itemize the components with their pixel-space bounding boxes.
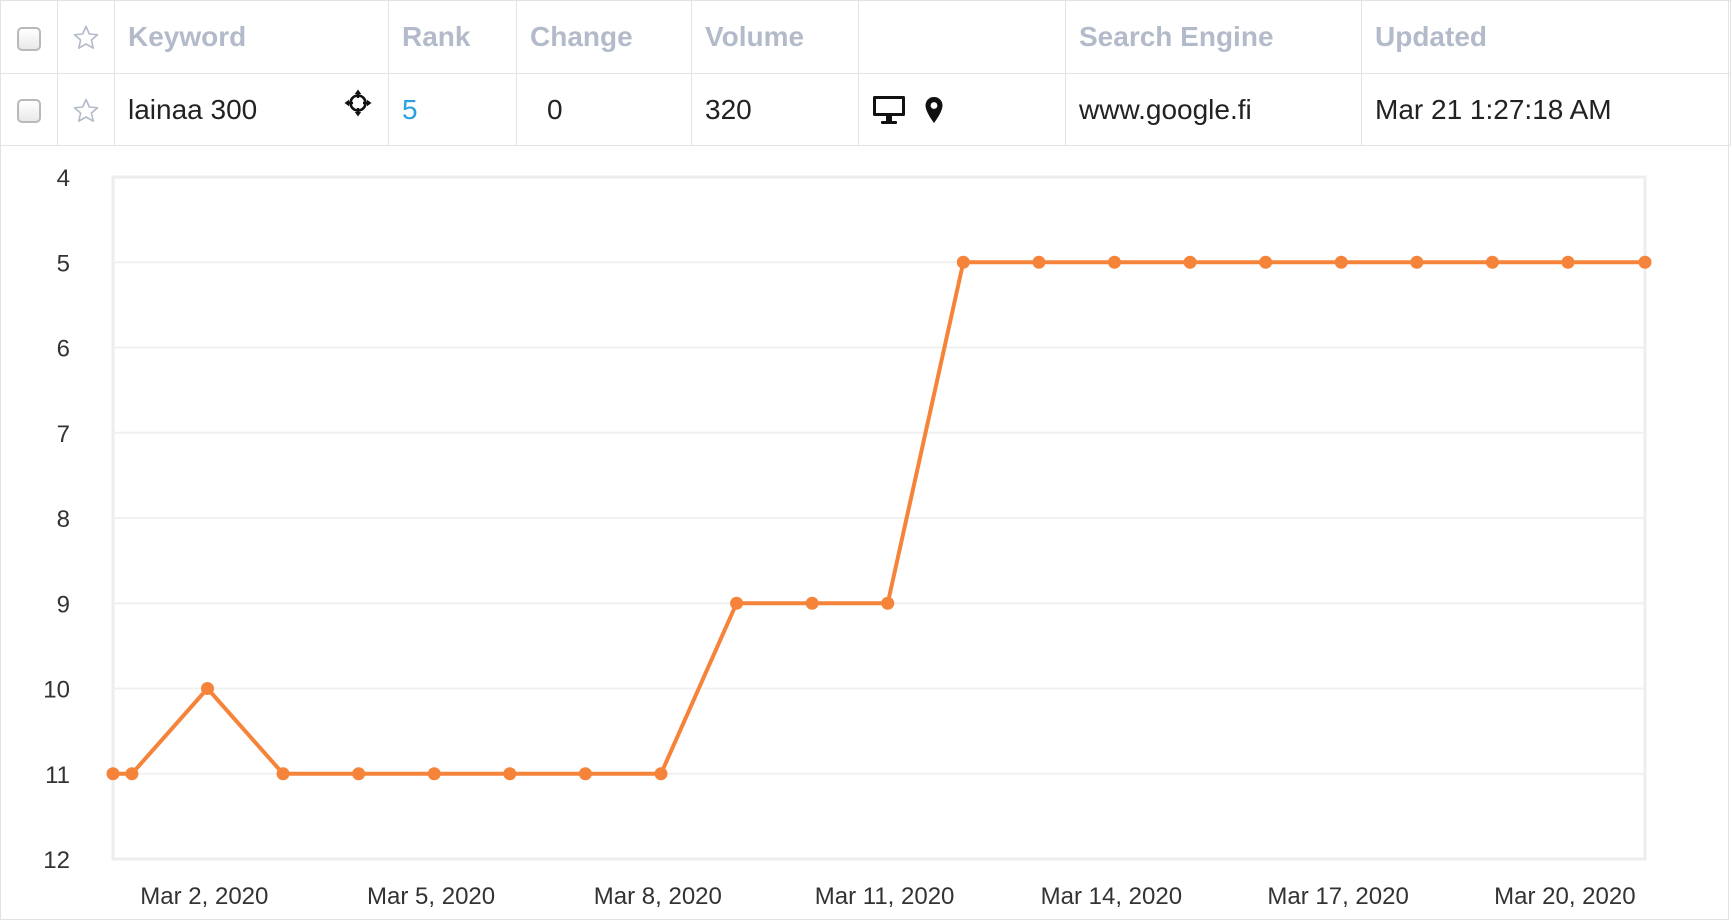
- y-tick-label: 6: [57, 336, 70, 363]
- data-point[interactable]: [1638, 255, 1652, 269]
- x-tick-label: Mar 17, 2020: [1267, 883, 1408, 910]
- target-icon[interactable]: [343, 88, 373, 118]
- y-tick-label: 11: [45, 762, 70, 789]
- device-column-header: [858, 0, 1066, 74]
- x-tick-label: Mar 2, 2020: [140, 883, 268, 910]
- select-all-cell: [0, 0, 58, 74]
- row-favorite-cell: [57, 73, 115, 146]
- data-point[interactable]: [1259, 255, 1273, 269]
- rank-history-chart: 4 5 6 7 8 9 10 11 12 Mar 2, 2020 Mar 5, 2020 Mar 8…: [0, 146, 1732, 922]
- volume-cell: 320: [691, 73, 859, 146]
- chart-grid: [111, 175, 1647, 861]
- y-tick-label: 12: [43, 847, 70, 874]
- data-point[interactable]: [956, 255, 970, 269]
- search-engine-cell: www.google.fi: [1065, 73, 1362, 146]
- data-point[interactable]: [1561, 255, 1575, 269]
- keyword-column-header[interactable]: Keyword: [114, 0, 389, 74]
- change-value: 0: [547, 93, 563, 125]
- data-point[interactable]: [427, 767, 441, 781]
- x-tick-label: Mar 14, 2020: [1041, 883, 1182, 910]
- data-point[interactable]: [1485, 255, 1499, 269]
- data-point[interactable]: [881, 596, 895, 610]
- rank-cell: 5: [388, 73, 517, 146]
- device-cell: [858, 73, 1066, 146]
- data-point[interactable]: [654, 767, 668, 781]
- star-icon[interactable]: [71, 23, 101, 53]
- favorite-header-cell: [57, 0, 115, 74]
- y-tick-label: 8: [57, 506, 70, 533]
- star-icon[interactable]: [71, 96, 101, 126]
- y-tick-label: 9: [57, 591, 70, 618]
- x-tick-label: Mar 11, 2020: [815, 883, 955, 910]
- keyword-cell: lainaa 300: [114, 73, 389, 146]
- rank-column-header[interactable]: Rank: [388, 0, 517, 74]
- data-point[interactable]: [805, 596, 819, 610]
- rank-link[interactable]: 5: [402, 94, 418, 125]
- data-point[interactable]: [106, 767, 120, 781]
- volume-value: 320: [705, 93, 752, 125]
- search-engine-column-header[interactable]: Search Engine: [1065, 0, 1362, 74]
- updated-cell: Mar 21 1:27:18 AM: [1361, 73, 1731, 146]
- x-axis: Mar 2, 2020 Mar 5, 2020 Mar 8, 2020 Mar 11,…: [140, 883, 1635, 910]
- y-tick-label: 7: [57, 421, 70, 448]
- data-point[interactable]: [503, 767, 517, 781]
- data-point[interactable]: [352, 767, 366, 781]
- keyword-table: Keyword Rank Change Volume Search Engine…: [0, 0, 1731, 146]
- data-point[interactable]: [730, 596, 744, 610]
- rank-history-plot: 4 5 6 7 8 9 10 11 12 Mar 2, 2020 Mar 5, 2020 Mar 8…: [43, 165, 1652, 910]
- data-point[interactable]: [1107, 255, 1121, 269]
- y-axis: 4 5 6 7 8 9 10 11 12: [43, 165, 70, 874]
- data-point[interactable]: [1410, 255, 1424, 269]
- select-all-checkbox[interactable]: [17, 26, 41, 51]
- volume-column-header[interactable]: Volume: [691, 0, 859, 74]
- change-column-header[interactable]: Change: [516, 0, 692, 74]
- search-engine-value: www.google.fi: [1079, 93, 1252, 125]
- table-row: lainaa 300 5 0 320 www.google.fi Mar 21 …: [0, 73, 1731, 146]
- x-tick-label: Mar 8, 2020: [594, 883, 722, 910]
- keyword-text: lainaa 300: [128, 93, 258, 125]
- x-tick-label: Mar 20, 2020: [1494, 883, 1635, 910]
- data-point[interactable]: [276, 767, 290, 781]
- y-tick-label: 5: [57, 250, 70, 277]
- updated-column-header[interactable]: Updated: [1361, 0, 1731, 74]
- table-header-row: Keyword Rank Change Volume Search Engine…: [0, 0, 1731, 74]
- x-tick-label: Mar 5, 2020: [367, 883, 495, 910]
- location-pin-icon: [925, 96, 943, 123]
- data-point[interactable]: [1334, 255, 1348, 269]
- y-tick-label: 10: [43, 677, 70, 704]
- data-point[interactable]: [1032, 255, 1046, 269]
- updated-value: Mar 21 1:27:18 AM: [1375, 93, 1612, 125]
- data-point[interactable]: [125, 767, 139, 781]
- data-point[interactable]: [1183, 255, 1197, 269]
- desktop-icon: [873, 95, 905, 124]
- data-point[interactable]: [578, 767, 592, 781]
- row-checkbox[interactable]: [17, 99, 41, 124]
- y-tick-label: 4: [57, 165, 70, 192]
- row-select-cell: [0, 73, 58, 146]
- data-point[interactable]: [200, 682, 214, 695]
- change-cell: 0: [516, 73, 692, 146]
